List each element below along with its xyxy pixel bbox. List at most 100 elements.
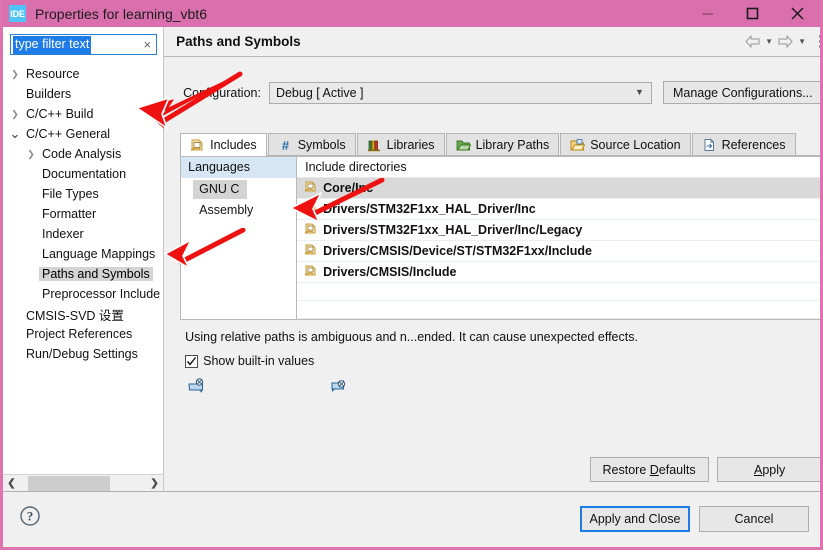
- scrollbar-thumb[interactable]: [28, 475, 110, 491]
- language-item-assembly[interactable]: Assembly: [193, 201, 253, 220]
- settings-page-panel: Paths and Symbols ▼ ▼ Configuration: Deb…: [164, 27, 820, 491]
- tree-item-label: Code Analysis: [42, 147, 122, 161]
- page-header: Paths and Symbols ▼ ▼: [164, 27, 820, 57]
- tree-item-builders[interactable]: Builders: [3, 84, 163, 104]
- tab-label: Library Paths: [475, 137, 550, 152]
- configuration-row: Configuration: Debug [ Active ] ▼ Manage…: [175, 81, 820, 104]
- language-item-gnu-c[interactable]: GNU C: [193, 180, 248, 199]
- tree-item-label: CMSIS-SVD 设置: [26, 308, 124, 323]
- restore-defaults-label: Restore Defaults: [602, 462, 696, 477]
- maximize-button[interactable]: [730, 0, 775, 27]
- languages-items: GNU C Assembly: [181, 178, 296, 220]
- tab-library-paths[interactable]: Library Paths: [445, 133, 560, 155]
- tree-item-label: Project References: [26, 327, 133, 341]
- page-title: Paths and Symbols: [176, 34, 301, 49]
- tree-item-preprocessor-include[interactable]: Preprocessor Include: [3, 284, 163, 304]
- tree-item-formatter[interactable]: Formatter: [3, 204, 163, 224]
- clear-filter-icon[interactable]: ×: [144, 37, 152, 52]
- tree-item-label: C/C++ Build: [26, 107, 94, 121]
- tree-item-code-analysis[interactable]: ❯ Code Analysis: [3, 144, 163, 164]
- restore-defaults-button[interactable]: Restore Defaults: [589, 457, 709, 482]
- tree-horizontal-scrollbar[interactable]: ❮ ❯: [3, 474, 164, 492]
- scrollbar-track[interactable]: [20, 474, 147, 492]
- minimize-button[interactable]: [685, 0, 730, 27]
- tree-item-label: Formatter: [42, 207, 97, 221]
- tree-item-resource[interactable]: ❯ Resource: [3, 64, 163, 84]
- tree-item-c-c-build[interactable]: ❯ C/C++ Build: [3, 104, 163, 124]
- tab-source-location[interactable]: Source Location: [560, 133, 691, 155]
- include-directory-path: Drivers/CMSIS/Include: [323, 265, 457, 279]
- window-controls: [685, 0, 820, 27]
- tab-symbols[interactable]: # Symbols: [267, 133, 356, 155]
- tree-item-file-types[interactable]: File Types: [3, 184, 163, 204]
- tree-item-indexer[interactable]: Indexer: [3, 224, 163, 244]
- title-bar: IDE Properties for learning_vbt6: [3, 0, 820, 27]
- tree-item-label: Run/Debug Settings: [26, 347, 138, 361]
- help-icon[interactable]: ?: [19, 505, 41, 532]
- tree-item-run-debug-settings[interactable]: Run/Debug Settings: [3, 344, 163, 364]
- list-empty-row: [297, 301, 820, 319]
- include-directory-row[interactable]: Drivers/STM32F1xx_HAL_Driver/Inc: [297, 199, 820, 220]
- svg-text:?: ?: [27, 508, 34, 523]
- cancel-button[interactable]: Cancel: [699, 506, 809, 532]
- configuration-select[interactable]: Debug [ Active ] ▼: [268, 81, 652, 104]
- include-directory-path: Drivers/CMSIS/Device/ST/STM32F1xx/Includ…: [323, 244, 592, 258]
- export-settings-icon[interactable]: [187, 377, 205, 395]
- show-builtin-values-checkbox[interactable]: Show built-in values: [185, 354, 820, 368]
- back-history-chevron-down-icon[interactable]: ▼: [764, 32, 775, 52]
- tree-item-project-references[interactable]: Project References: [3, 324, 163, 344]
- include-directory-row[interactable]: Drivers/CMSIS/Device/ST/STM32F1xx/Includ…: [297, 241, 820, 262]
- hash-icon: #: [278, 138, 293, 152]
- tree-item-c-c-general[interactable]: ⌄ C/C++ General: [3, 124, 163, 144]
- close-button[interactable]: [775, 0, 820, 27]
- apply-and-close-button[interactable]: Apply and Close: [580, 506, 690, 532]
- import-settings-icon[interactable]: [329, 377, 347, 395]
- configuration-selected-value: Debug [ Active ]: [275, 85, 364, 100]
- chevron-down-icon[interactable]: ⌄: [7, 126, 23, 142]
- tree-item-cmsis-svd[interactable]: CMSIS-SVD 设置: [3, 304, 163, 324]
- dialog-body: type filter text × ❯ Resource Builders ❯ C/C…: [3, 27, 820, 492]
- include-directories-rows: Core/Inc Drivers/STM32F1xx_HAL_Driver/Inc…: [297, 178, 820, 283]
- folder-include-icon: [304, 264, 323, 280]
- show-builtin-values-label: Show built-in values: [203, 354, 315, 368]
- scroll-left-icon[interactable]: ❮: [3, 475, 20, 492]
- tab-label: Symbols: [297, 137, 346, 152]
- include-directory-row[interactable]: Core/Inc: [297, 178, 820, 199]
- folder-open-icon: [456, 138, 471, 152]
- tree-item-language-mappings[interactable]: Language Mappings: [3, 244, 163, 264]
- list-empty-row: [297, 283, 820, 301]
- tree-item-label: Paths and Symbols: [39, 267, 153, 281]
- tree-item-label: Language Mappings: [42, 247, 156, 261]
- page-nav-icons: ▼ ▼: [744, 32, 820, 52]
- source-folder-icon: [570, 138, 586, 152]
- apply-button[interactable]: Apply: [716, 457, 820, 482]
- window-title: Properties for learning_vbt6: [35, 5, 207, 22]
- includes-panel: Languages GNU C Assembly Include director…: [180, 156, 820, 320]
- tab-references[interactable]: References: [691, 133, 796, 155]
- back-arrow-icon[interactable]: [744, 32, 762, 52]
- chevron-right-icon[interactable]: ❯: [23, 149, 39, 160]
- tab-libraries[interactable]: Libraries: [356, 133, 445, 155]
- tree-item-documentation[interactable]: Documentation: [3, 164, 163, 184]
- chevron-right-icon[interactable]: ❯: [7, 69, 23, 80]
- folder-include-icon: [304, 243, 323, 259]
- tab-includes[interactable]: Includes: [180, 133, 267, 156]
- include-directory-row[interactable]: Drivers/CMSIS/Include: [297, 262, 820, 283]
- filter-input[interactable]: type filter text ×: [10, 34, 158, 55]
- tree-item-label: C/C++ General: [26, 127, 111, 141]
- tree-item-paths-and-symbols[interactable]: Paths and Symbols: [3, 264, 163, 284]
- document-arrow-icon: [702, 138, 717, 152]
- tree-item-label: Indexer: [42, 227, 84, 241]
- svg-text:#: #: [282, 138, 290, 152]
- view-menu-icon[interactable]: [814, 32, 820, 52]
- filter-area: type filter text ×: [3, 27, 164, 61]
- manage-configurations-button[interactable]: Manage Configurations...: [662, 81, 820, 104]
- forward-arrow-icon[interactable]: [777, 32, 795, 52]
- include-directory-row[interactable]: Drivers/STM32F1xx_HAL_Driver/Inc/Legacy: [297, 220, 820, 241]
- apply-label: Apply: [753, 462, 786, 477]
- forward-history-chevron-down-icon[interactable]: ▼: [797, 32, 808, 52]
- scroll-right-icon[interactable]: ❯: [146, 475, 163, 492]
- relative-paths-note: Using relative paths is ambiguous and n.…: [185, 330, 638, 344]
- chevron-down-icon: ▼: [635, 86, 644, 97]
- chevron-right-icon[interactable]: ❯: [7, 109, 23, 120]
